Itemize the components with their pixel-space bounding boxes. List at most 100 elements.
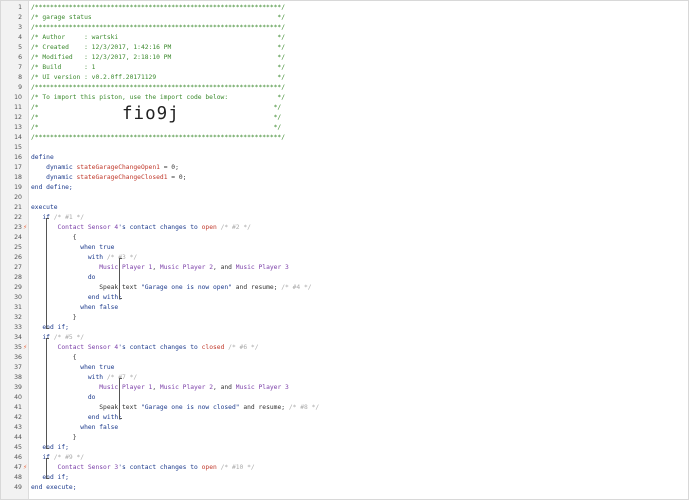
code-line: 36 { xyxy=(1,353,688,363)
code-token: Contact Sensor 4 xyxy=(31,344,119,351)
code-line: 26 with /* #3 */ xyxy=(1,253,688,263)
code-token: 's contact changes to xyxy=(118,344,202,351)
line-number: 45 xyxy=(14,444,22,451)
code-token: Music Player 1 xyxy=(31,264,153,271)
code-line: 37 when true xyxy=(1,363,688,373)
code-text: dynamic stateGarageChangeOpen1 = 0; xyxy=(31,163,179,173)
code-line: 27 Music Player 1, Music Player 2, and M… xyxy=(1,263,688,273)
code-token: /* Created : 12/3/2017, 1:42:16 PM */ xyxy=(31,44,286,51)
code-text: when true xyxy=(31,243,114,253)
code-line: 3 /**************************************… xyxy=(1,23,688,33)
bracket-guide xyxy=(46,218,47,328)
bracket-guide xyxy=(119,378,120,418)
code-lines: 1 /**************************************… xyxy=(1,3,688,493)
code-line: 28 do xyxy=(1,273,688,283)
code-token: if xyxy=(31,334,54,341)
code-text: Contact Sensor 4's contact changes to cl… xyxy=(31,343,259,353)
code-token: do xyxy=(31,394,96,401)
code-line: 32 } xyxy=(1,313,688,323)
line-number: 41 xyxy=(14,404,22,411)
code-line: 12/* */ xyxy=(1,113,688,123)
bracket-hook xyxy=(119,258,122,259)
line-number: 37 xyxy=(14,364,22,371)
line-number: 43 xyxy=(14,424,22,431)
line-number: 11 xyxy=(14,104,22,111)
code-token: Music Player 2 xyxy=(159,264,213,271)
line-number: 13 xyxy=(14,124,22,131)
bracket-hook xyxy=(46,328,49,329)
code-line: 49 end execute; xyxy=(1,483,688,493)
line-number: 21 xyxy=(14,204,22,211)
code-line: 25 when true xyxy=(1,243,688,253)
line-number: 25 xyxy=(14,244,22,251)
code-token: and resume; xyxy=(231,284,282,291)
code-token: /* garage status */ xyxy=(31,14,286,21)
code-text: do xyxy=(31,273,96,283)
code-token: /* #5 */ xyxy=(53,334,85,341)
code-token: /* UI version : v0.2.0ff.20171129 */ xyxy=(31,74,286,81)
code-token: open xyxy=(201,224,217,231)
code-text: do xyxy=(31,393,96,403)
code-line: 14 /*************************************… xyxy=(1,133,688,143)
code-token: /* #7 */ xyxy=(106,374,138,381)
line-number: 2 xyxy=(18,14,22,21)
line-number: 47 xyxy=(14,464,22,471)
code-text: end with; xyxy=(31,293,122,303)
code-token: /* #1 */ xyxy=(53,214,85,221)
code-token: /***************************************… xyxy=(31,134,286,141)
line-number: 19 xyxy=(14,184,22,191)
code-text: execute xyxy=(31,203,58,213)
line-number: 9 xyxy=(18,84,22,91)
code-text: /***************************************… xyxy=(31,23,285,33)
code-line: 40 do xyxy=(1,393,688,403)
code-line: 46 if /* #9 */ xyxy=(1,453,688,463)
bracket-hook xyxy=(46,448,49,449)
code-text: when true xyxy=(31,363,114,373)
line-number: 22 xyxy=(14,214,22,221)
code-token: Music Player 1 xyxy=(31,384,153,391)
code-token: if xyxy=(31,454,54,461)
code-token: when true xyxy=(31,364,115,371)
code-token: /* #3 */ xyxy=(106,254,138,261)
code-token: end with; xyxy=(31,414,122,421)
code-token: , xyxy=(152,384,160,391)
line-number: 40 xyxy=(14,394,22,401)
code-token: with xyxy=(31,374,107,381)
bracket-hook xyxy=(119,418,122,419)
code-text: end if; xyxy=(31,473,69,483)
code-token: Speak text xyxy=(31,284,141,291)
code-token: Music Player 3 xyxy=(235,384,289,391)
line-number: 14 xyxy=(14,134,22,141)
code-token: /* To import this piston, use the import… xyxy=(31,94,286,101)
code-line: 42 end with; xyxy=(1,413,688,423)
code-editor[interactable]: 1 /**************************************… xyxy=(0,0,689,500)
code-token: /* Author : wartski */ xyxy=(31,34,286,41)
code-token: /* #6 */ xyxy=(224,344,259,351)
bracket-guide xyxy=(46,458,47,478)
code-line: 5 /* Created : 12/3/2017, 1:42:16 PM */ xyxy=(1,43,688,53)
code-text: /* Modified : 12/3/2017, 2:18:10 PM */ xyxy=(31,53,285,63)
code-text: /* Created : 12/3/2017, 1:42:16 PM */ xyxy=(31,43,285,53)
line-number: 1 xyxy=(18,4,22,11)
code-line: 30 end with; xyxy=(1,293,688,303)
code-line: 8 /* UI version : v0.2.0ff.20171129 */ xyxy=(1,73,688,83)
code-line: 1 /**************************************… xyxy=(1,3,688,13)
code-token: 's contact changes to xyxy=(118,224,202,231)
code-token: = 0; xyxy=(167,174,187,181)
code-text: /***************************************… xyxy=(31,3,285,13)
code-token: with xyxy=(31,254,107,261)
code-token: "Garage one is now open" xyxy=(140,284,232,291)
line-number: 3 xyxy=(18,24,22,31)
code-token: { xyxy=(31,354,77,361)
code-token: Music Player 3 xyxy=(235,264,289,271)
trigger-bolt-icon: ⚡ xyxy=(23,224,28,231)
bracket-hook xyxy=(46,478,49,479)
code-text: { xyxy=(31,353,77,363)
code-token: open xyxy=(201,464,217,471)
line-number: 46 xyxy=(14,454,22,461)
code-text: when false xyxy=(31,303,118,313)
line-number: 8 xyxy=(18,74,22,81)
bracket-hook xyxy=(46,458,49,459)
code-token: dynamic xyxy=(31,164,77,171)
code-text: define xyxy=(31,153,54,163)
